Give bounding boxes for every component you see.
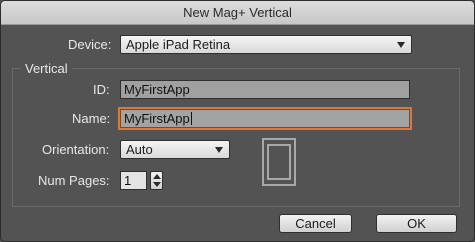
- num-pages-stepper[interactable]: [150, 171, 163, 190]
- vertical-group-title: Vertical: [21, 61, 72, 76]
- text-caret: [190, 112, 192, 125]
- stepper-up-icon[interactable]: [153, 174, 161, 179]
- window-title: New Mag+ Vertical: [1, 1, 474, 25]
- num-pages-label: Num Pages:: [38, 173, 110, 188]
- new-vertical-dialog: New Mag+ Vertical Device: Apple iPad Ret…: [0, 0, 475, 242]
- orientation-select[interactable]: Auto: [120, 140, 230, 159]
- cancel-button[interactable]: Cancel: [279, 214, 352, 233]
- chevron-down-icon: [397, 42, 405, 48]
- device-select-value: Apple iPad Retina: [126, 37, 231, 52]
- device-select[interactable]: Apple iPad Retina: [120, 35, 412, 54]
- id-label: ID:: [93, 82, 110, 97]
- stepper-down-icon[interactable]: [153, 182, 161, 187]
- id-input-value: MyFirstApp: [124, 82, 190, 97]
- ok-button[interactable]: OK: [376, 214, 457, 233]
- name-input[interactable]: MyFirstApp: [120, 109, 410, 128]
- chevron-down-icon: [215, 147, 223, 153]
- device-label: Device:: [68, 37, 112, 52]
- num-pages-input[interactable]: 1: [120, 171, 147, 190]
- orientation-label: Orientation:: [42, 142, 110, 157]
- orientation-select-value: Auto: [126, 142, 153, 157]
- tablet-portrait-icon: [262, 138, 296, 186]
- num-pages-value: 1: [124, 173, 132, 188]
- name-label: Name:: [72, 111, 111, 126]
- id-input[interactable]: MyFirstApp: [120, 80, 410, 99]
- name-input-value: MyFirstApp: [124, 111, 190, 126]
